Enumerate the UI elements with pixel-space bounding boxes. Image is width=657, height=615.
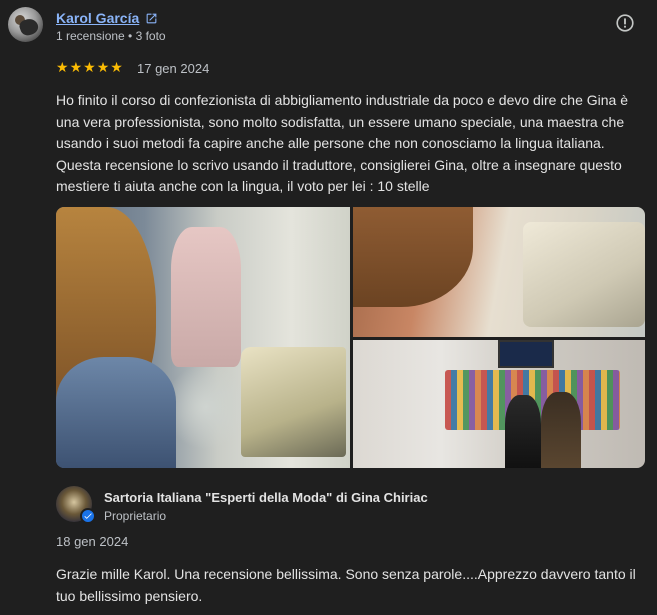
star-icon: ★ (69, 59, 83, 75)
review-card: Karol García 1 recensione • 3 foto ★ ★ ★… (0, 0, 657, 615)
photo-detail (498, 340, 554, 368)
owner-role: Proprietario (104, 509, 167, 523)
reviewer-name-link[interactable]: Karol García (56, 10, 139, 26)
photo-detail (541, 392, 581, 468)
photo-detail (241, 347, 346, 457)
star-icon: ★ (56, 59, 69, 75)
external-link-icon[interactable] (145, 12, 158, 25)
check-icon (84, 513, 92, 519)
review-date: 17 gen 2024 (137, 61, 210, 76)
photo-detail (171, 227, 241, 367)
star-icon: ★ (110, 59, 123, 75)
reviewer-avatar[interactable] (8, 7, 43, 42)
review-photos (56, 207, 645, 468)
photo-detail (523, 222, 645, 327)
photo-detail (505, 395, 541, 468)
photo-detail (353, 207, 473, 307)
review-text: Ho finito il corso di confezionista di a… (56, 92, 629, 194)
owner-name: Sartoria Italiana "Esperti della Moda" d… (104, 490, 428, 505)
reply-date: 18 gen 2024 (56, 534, 129, 549)
review-photo-1[interactable] (56, 207, 350, 468)
verified-check-icon (80, 508, 96, 524)
reply-text: Grazie mille Karol. Una recensione belli… (56, 566, 636, 604)
star-icon: ★ (96, 59, 110, 75)
photo-detail (56, 357, 176, 468)
star-rating: ★ ★ ★ ★ ★ (56, 60, 123, 74)
reviewer-meta: 1 recensione • 3 foto (56, 29, 166, 43)
reviewer-header: Karol García (56, 10, 158, 26)
star-icon: ★ (83, 59, 96, 75)
report-icon[interactable] (614, 12, 636, 34)
review-photo-2[interactable] (353, 207, 645, 337)
review-photo-3[interactable] (353, 340, 645, 468)
